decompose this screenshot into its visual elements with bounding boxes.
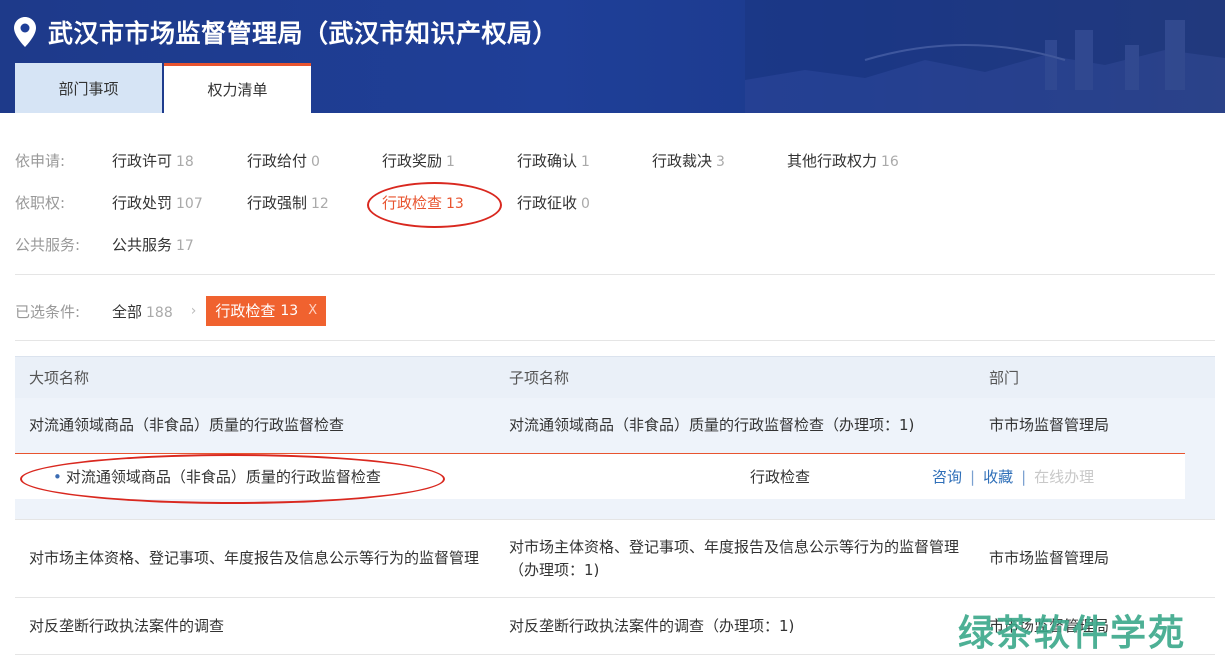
condition-all[interactable]: 全部 188 bbox=[112, 301, 173, 322]
table-row[interactable]: 对流通领域商品（非食品）质量的行政监督检查 对流通领域商品（非食品）质量的行政监… bbox=[15, 398, 1215, 453]
filter-item[interactable]: 行政强制 12 bbox=[247, 192, 382, 213]
handling-item-type: 行政检查 bbox=[750, 468, 811, 486]
filter-item[interactable]: 公共服务 17 bbox=[112, 234, 247, 255]
filter-item[interactable]: 行政许可 18 bbox=[112, 150, 247, 171]
selected-conditions: 已选条件: 全部 188 › 行政检查 13 X bbox=[15, 296, 327, 326]
tab-bar: 部门事项 权力清单 bbox=[15, 63, 311, 113]
filter-item[interactable]: 行政确认 1 bbox=[517, 150, 652, 171]
chevron-right-icon: › bbox=[190, 303, 197, 319]
sub-item-name: 对反垄断行政执法案件的调查（办理项：1) bbox=[509, 616, 795, 635]
annotation-ellipse bbox=[20, 454, 445, 504]
sub-item-name: 对市场主体资格、登记事项、年度报告及信息公示等行为的监督管理（办理项：1) bbox=[509, 537, 960, 579]
remove-tag-icon[interactable]: X bbox=[308, 296, 317, 326]
filter-item[interactable]: 行政奖励 1 bbox=[382, 150, 517, 171]
filter-item[interactable]: 其他行政权力 16 bbox=[787, 150, 922, 171]
tab-department-items[interactable]: 部门事项 bbox=[15, 63, 162, 113]
condition-tag[interactable]: 行政检查 13 X bbox=[206, 296, 327, 326]
conditions-label: 已选条件: bbox=[15, 302, 81, 321]
main-item-name: 对反垄断行政执法案件的调查 bbox=[29, 616, 225, 635]
header-sub-item: 子项名称 bbox=[509, 369, 570, 387]
filter-item[interactable]: 行政裁决 3 bbox=[652, 150, 787, 171]
table-header: 大项名称 子项名称 部门 bbox=[15, 356, 1215, 398]
department-name: 市市场监督管理局 bbox=[989, 416, 1110, 434]
watermark-logo: 绿茶软件学苑 bbox=[958, 612, 1187, 654]
online-apply-link[interactable]: 在线办理 bbox=[1034, 466, 1094, 487]
annotation-ellipse bbox=[367, 182, 502, 228]
filter-label: 依申请: bbox=[15, 152, 66, 170]
department-name: 市市场监督管理局 bbox=[989, 549, 1110, 567]
filter-row-by-authority: 依职权: 行政处罚 107 行政强制 12 行政检查 13 行政征收 0 bbox=[15, 192, 652, 213]
divider bbox=[15, 340, 1215, 341]
favorite-link[interactable]: 收藏 bbox=[983, 466, 1013, 487]
main-item-name: 对流通领域商品（非食品）质量的行政监督检查 bbox=[29, 416, 345, 434]
filter-item[interactable]: 行政处罚 107 bbox=[112, 192, 247, 213]
divider bbox=[15, 274, 1215, 275]
filter-row-by-application: 依申请: 行政许可 18 行政给付 0 行政奖励 1 行政确认 1 行政裁决 3 其他行政… bbox=[15, 150, 922, 171]
filter-label: 依职权: bbox=[15, 194, 66, 212]
consult-link[interactable]: 咨询 bbox=[932, 466, 962, 487]
separator: | bbox=[1021, 467, 1027, 486]
tab-power-list[interactable]: 权力清单 bbox=[164, 63, 311, 113]
header-department: 部门 bbox=[989, 369, 1020, 387]
filter-item[interactable]: 行政给付 0 bbox=[247, 150, 382, 171]
main-item-name: 对市场主体资格、登记事项、年度报告及信息公示等行为的监督管理 bbox=[29, 549, 480, 567]
location-pin-icon bbox=[14, 17, 36, 47]
sub-item-name: 对流通领域商品（非食品）质量的行政监督检查（办理项：1) bbox=[509, 416, 915, 434]
filter-label: 公共服务: bbox=[15, 236, 81, 254]
table-row[interactable]: 对市场主体资格、登记事项、年度报告及信息公示等行为的监督管理 对市场主体资格、登… bbox=[15, 520, 1215, 598]
action-links: 咨询 | 收藏 | 在线办理 bbox=[932, 466, 1094, 487]
separator: | bbox=[970, 467, 976, 486]
filter-item[interactable]: 行政征收 0 bbox=[517, 192, 652, 213]
header-main-item: 大项名称 bbox=[29, 369, 90, 387]
page-title: 武汉市市场监督管理局（武汉市知识产权局） bbox=[48, 19, 559, 48]
city-skyline-image bbox=[745, 0, 1225, 113]
filter-row-public-service: 公共服务: 公共服务 17 bbox=[15, 234, 247, 255]
page-header: 武汉市市场监督管理局（武汉市知识产权局） 部门事项 权力清单 bbox=[0, 0, 1225, 113]
